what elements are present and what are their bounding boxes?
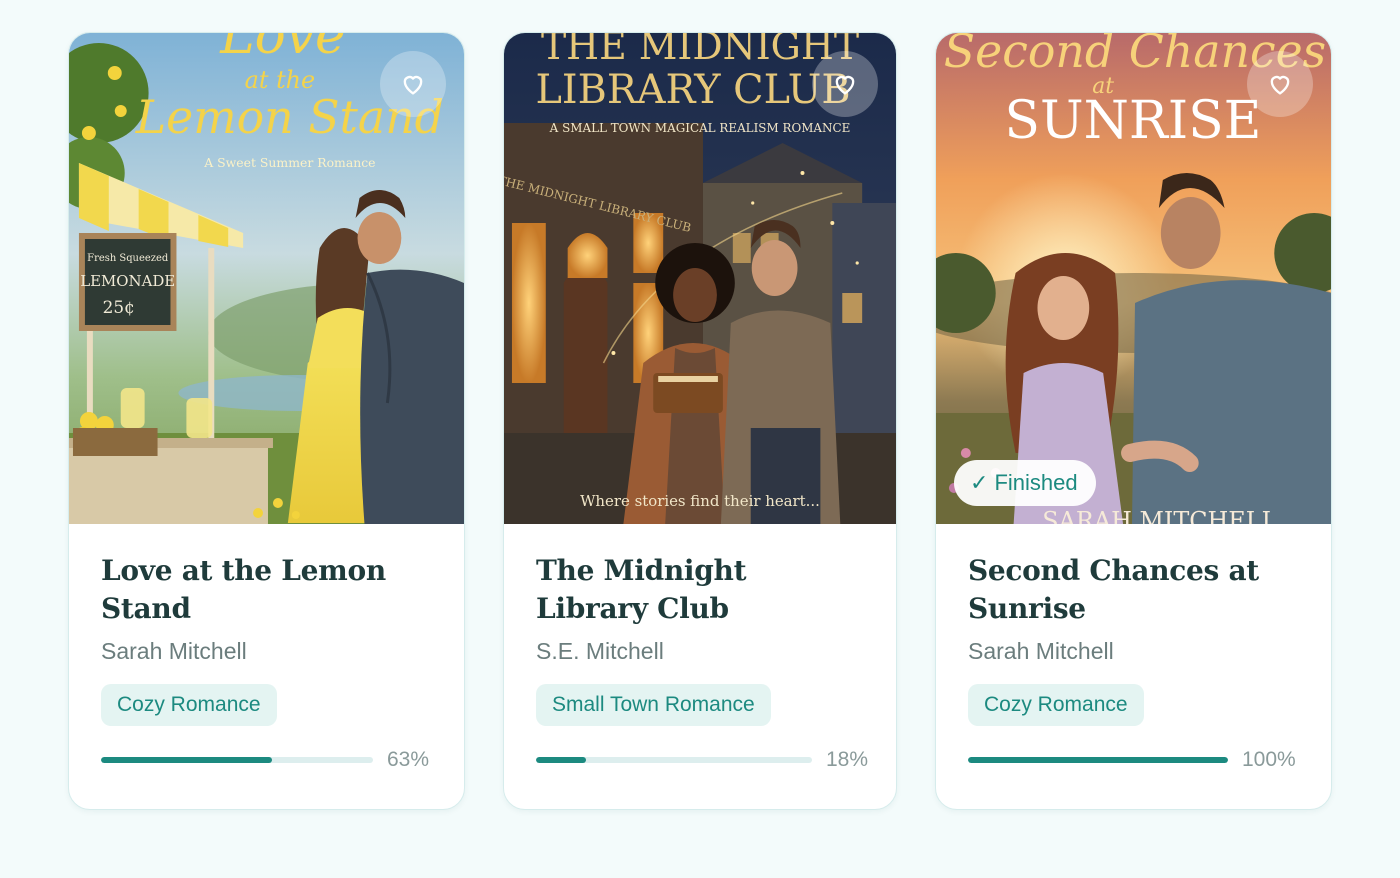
progress-percent: 63% [387, 748, 430, 771]
book-cover-image: Fresh Squeezed LEMONADE 25¢ Love at the [69, 33, 464, 524]
svg-text:THE MIDNIGHT: THE MIDNIGHT [541, 33, 859, 68]
progress-fill [968, 757, 1228, 763]
heart-outline-icon [835, 75, 855, 95]
svg-text:Fresh Squeezed: Fresh Squeezed [87, 253, 169, 264]
book-title: Second Chances at Sunrise [968, 554, 1259, 625]
book-author: Sarah Mitchell [968, 638, 1114, 664]
progress-percent: 100% [1242, 748, 1296, 771]
svg-text:A Sweet Summer Romance: A Sweet Summer Romance [203, 155, 375, 170]
favorite-button[interactable] [1247, 51, 1313, 117]
progress-track [968, 757, 1228, 763]
svg-text:Love: Love [219, 33, 345, 66]
progress-percent: 18% [826, 748, 869, 771]
svg-text:25¢: 25¢ [103, 297, 135, 317]
book-cover-image: THE MIDNIGHT LIBRARY CLUB THE MIDNIGHT L… [504, 33, 896, 524]
progress-fill [536, 757, 586, 763]
favorite-button[interactable] [380, 51, 446, 117]
heart-outline-icon [1270, 75, 1290, 95]
svg-text:Where stories find their heart: Where stories find their heart... [580, 492, 820, 510]
svg-text:SUNRISE: SUNRISE [1005, 91, 1262, 151]
finished-badge: ✓ Finished [954, 460, 1096, 506]
reading-progress: 100% [968, 748, 1299, 772]
book-cover-image: Second Chances at SUNRISE SARAH MITCHELL… [936, 33, 1331, 524]
genre-tag: Cozy Romance [101, 684, 277, 726]
reading-progress: 63% [101, 748, 432, 772]
book-card-the-midnight-library-club[interactable]: THE MIDNIGHT LIBRARY CLUB THE MIDNIGHT L… [503, 32, 897, 810]
progress-track [101, 757, 373, 763]
finished-label: Finished [994, 470, 1078, 495]
svg-text:LIBRARY CLUB: LIBRARY CLUB [536, 67, 851, 113]
book-author: S.E. Mitchell [536, 638, 664, 664]
book-card-second-chances-at-sunrise[interactable]: Second Chances at SUNRISE SARAH MITCHELL… [935, 32, 1332, 810]
svg-text:SARAH MITCHELL: SARAH MITCHELL [1042, 507, 1277, 524]
book-author: Sarah Mitchell [101, 638, 247, 664]
reading-progress: 18% [536, 748, 868, 772]
book-title: Love at the Lemon Stand [101, 554, 386, 625]
genre-tag: Cozy Romance [968, 684, 1144, 726]
book-card-love-at-the-lemon-stand[interactable]: Fresh Squeezed LEMONADE 25¢ Love at the [68, 32, 465, 810]
heart-outline-icon [403, 75, 423, 95]
checkmark-icon: ✓ [970, 470, 989, 495]
book-title: The Midnight Library Club [536, 554, 747, 625]
svg-text:A SMALL TOWN MAGICAL REALISM R: A SMALL TOWN MAGICAL REALISM ROMANCE [549, 121, 851, 135]
svg-text:LEMONADE: LEMONADE [80, 272, 175, 290]
progress-fill [101, 757, 273, 763]
genre-tag: Small Town Romance [536, 684, 771, 726]
progress-track [536, 757, 812, 763]
favorite-button[interactable] [812, 51, 878, 117]
